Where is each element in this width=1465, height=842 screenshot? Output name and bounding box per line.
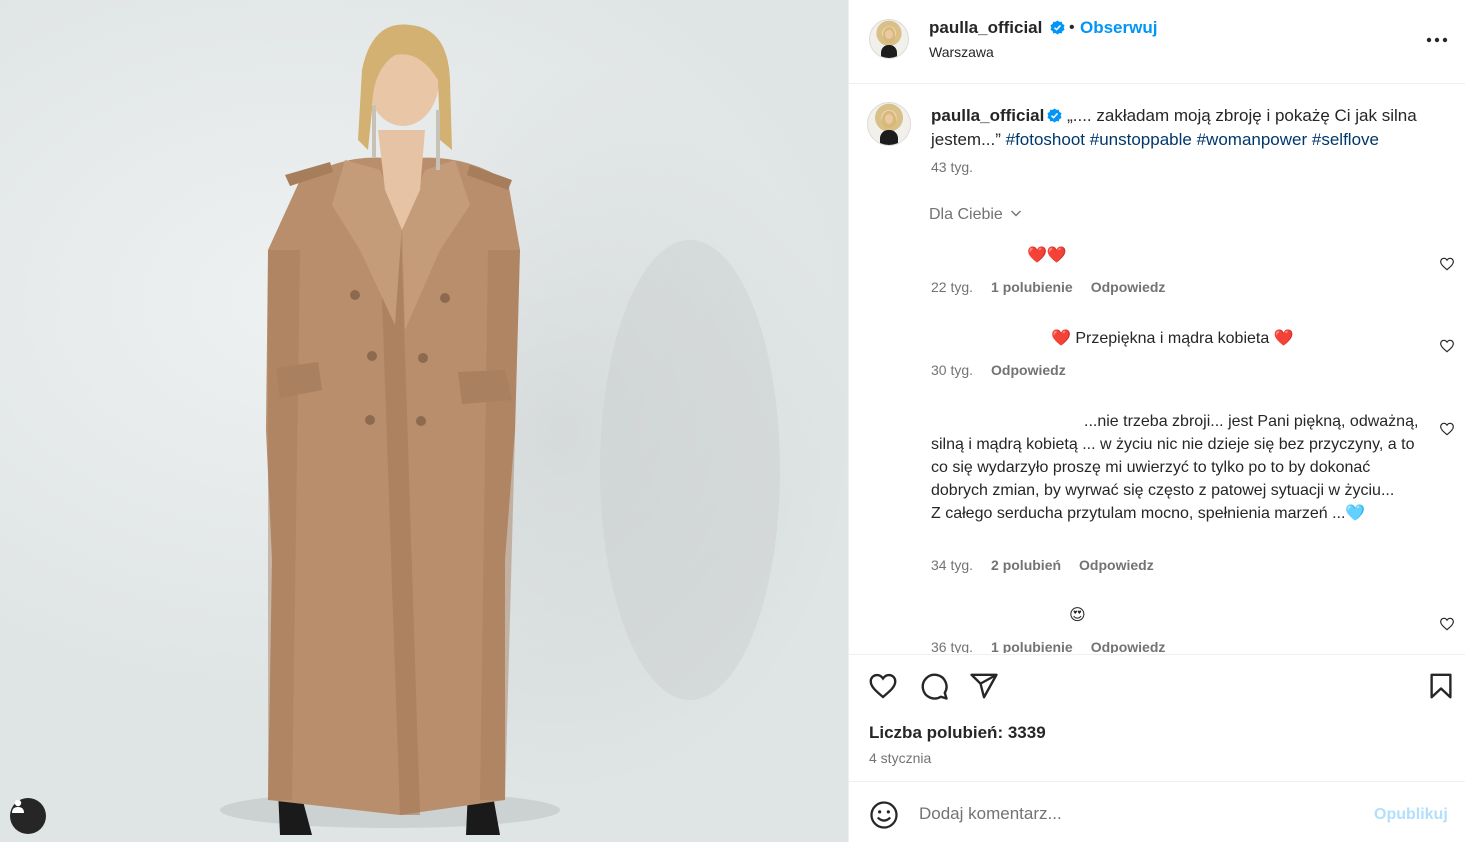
post-side-panel: paulla_official • Obserwuj Warszawa paul… <box>848 0 1465 842</box>
caption-avatar[interactable] <box>867 102 911 146</box>
comment-text: 😍 <box>1069 607 1086 624</box>
caption: paulla_official „.... zakładam moją zbro… <box>931 104 1431 152</box>
caption-username[interactable]: paulla_official <box>931 106 1044 125</box>
reply-button[interactable]: Odpowiedz <box>1091 279 1166 295</box>
heart-icon[interactable] <box>1439 256 1455 272</box>
heart-icon[interactable] <box>1439 616 1455 632</box>
hashtag-link[interactable]: #unstoppable <box>1090 130 1192 149</box>
post-photo-illustration <box>220 24 780 835</box>
hashtag-link[interactable]: #fotoshoot <box>1006 130 1085 149</box>
reply-button[interactable]: Odpowiedz <box>1079 557 1154 573</box>
chevron-down-icon <box>1011 210 1022 217</box>
comment-text: ❤️❤️ <box>1027 247 1067 264</box>
comment-meta: 34 tyg. 2 polubień Odpowiedz <box>931 557 1172 573</box>
comments-section[interactable]: paulla_official „.... zakładam moją zbro… <box>849 85 1465 653</box>
post-header: paulla_official • Obserwuj Warszawa <box>849 0 1465 84</box>
share-icon[interactable] <box>969 671 999 701</box>
reply-button[interactable]: Odpowiedz <box>1091 639 1166 653</box>
comment-meta: 36 tyg. 1 polubienie Odpowiedz <box>931 639 1183 653</box>
emoji-icon[interactable] <box>869 800 899 830</box>
publish-button[interactable]: Opublikuj <box>1374 806 1448 824</box>
post-photo[interactable] <box>0 0 848 842</box>
comment-input[interactable] <box>919 801 1349 827</box>
comment-time[interactable]: 36 tyg. <box>931 639 973 653</box>
author-username-row[interactable]: paulla_official <box>929 18 1065 38</box>
verified-badge-icon <box>1047 108 1062 123</box>
heart-icon[interactable] <box>1439 421 1455 437</box>
user-icon <box>12 799 24 813</box>
verified-badge-icon <box>1050 20 1065 35</box>
comment-time[interactable]: 34 tyg. <box>931 557 973 573</box>
comment-likes[interactable]: 1 polubienie <box>991 279 1073 295</box>
comment-icon[interactable] <box>919 671 949 701</box>
comment-time[interactable]: 30 tyg. <box>931 362 973 378</box>
comment-time[interactable]: 22 tyg. <box>931 279 973 295</box>
comment-meta: 30 tyg. Odpowiedz <box>931 362 1084 378</box>
heart-icon[interactable] <box>868 671 898 701</box>
comment-likes[interactable]: 1 polubienie <box>991 639 1073 653</box>
avatar[interactable] <box>869 19 909 59</box>
separator-dot: • <box>1069 19 1075 36</box>
likes-count[interactable]: Liczba polubień: 3339 <box>869 723 1046 743</box>
post-actions: Liczba polubień: 3339 4 stycznia <box>849 654 1465 782</box>
comment-filter-label: Dla Ciebie <box>929 206 1003 223</box>
follow-button[interactable]: Obserwuj <box>1080 18 1157 38</box>
tagged-users-button[interactable] <box>10 798 46 834</box>
hashtag-link[interactable]: #selflove <box>1312 130 1379 149</box>
comment-likes[interactable]: 2 polubień <box>991 557 1061 573</box>
add-comment-bar: Opublikuj <box>849 783 1465 842</box>
comment-meta: 22 tyg. 1 polubienie Odpowiedz <box>931 279 1183 295</box>
location-link[interactable]: Warszawa <box>929 44 994 60</box>
bookmark-icon[interactable] <box>1426 671 1456 701</box>
hashtag-link[interactable]: #womanpower <box>1197 130 1308 149</box>
caption-timestamp[interactable]: 43 tyg. <box>931 159 973 175</box>
reply-button[interactable]: Odpowiedz <box>991 362 1066 378</box>
comment-filter-dropdown[interactable]: Dla Ciebie <box>929 206 1022 224</box>
post-date[interactable]: 4 stycznia <box>869 750 931 766</box>
comment-text: ❤️ Przepiękna i mądra kobieta ❤️ <box>1051 330 1294 347</box>
more-horizontal-icon[interactable] <box>1425 30 1449 50</box>
comment-text: ...nie trzeba zbroji... jest Pani piękną… <box>931 413 1419 522</box>
author-username[interactable]: paulla_official <box>929 18 1042 37</box>
heart-icon[interactable] <box>1439 338 1455 354</box>
